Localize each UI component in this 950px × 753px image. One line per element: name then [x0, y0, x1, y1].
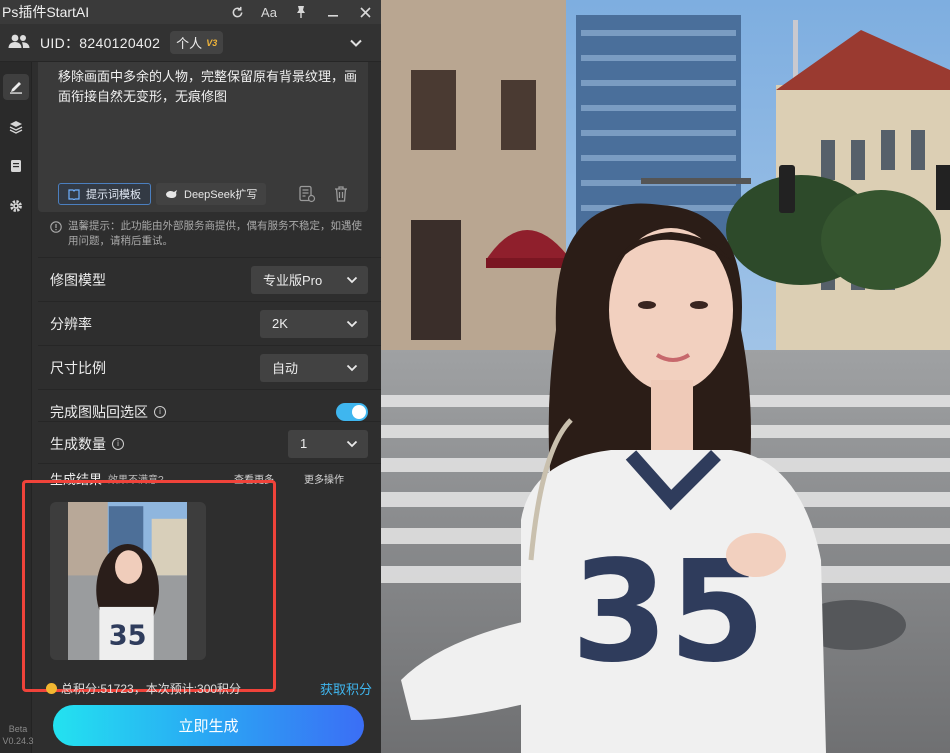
chevron-down-icon [346, 364, 358, 371]
prompt-text[interactable]: 移除画面中多余的人物，完整保留原有背景纹理，画面衔接自然无变形，无痕修图 [58, 67, 363, 107]
info-icon[interactable]: i [154, 405, 166, 418]
paste-back-toggle[interactable] [336, 403, 368, 421]
street-portrait-image: 35 [381, 0, 950, 753]
tier-label: 个人 [176, 36, 203, 51]
count-label-group: 生成数量 i [50, 434, 124, 454]
count-value: 1 [300, 436, 308, 451]
minimize-icon[interactable] [317, 0, 349, 24]
edit-icon[interactable] [3, 74, 29, 100]
info-icon[interactable]: i [112, 437, 124, 450]
model-select[interactable]: 专业版Pro [251, 265, 368, 294]
refresh-icon[interactable] [221, 0, 253, 24]
model-value: 专业版Pro [263, 273, 323, 288]
get-points-link[interactable]: 获取积分 [320, 679, 372, 698]
ratio-select[interactable]: 自动 [260, 353, 368, 382]
paste-back-label: 完成图贴回选区 [50, 403, 148, 420]
title-bar: Ps插件StartAI Aa [0, 0, 381, 24]
font-size-icon[interactable]: Aa [253, 0, 285, 24]
highlight-frame [22, 480, 276, 692]
layers-icon[interactable] [3, 114, 29, 140]
uid-label: UID：8240120402 [40, 34, 161, 51]
users-icon [8, 33, 30, 52]
resolution-row: 分辨率 2K [38, 301, 381, 345]
history-doc-icon[interactable] [298, 185, 316, 203]
app-title: Ps插件StartAI [2, 4, 90, 20]
trash-icon[interactable] [333, 185, 349, 203]
count-select[interactable]: 1 [288, 429, 368, 458]
more-actions-link[interactable]: 更多操作 [304, 471, 344, 486]
prompt-textarea[interactable]: 移除画面中多余的人物，完整保留原有背景纹理，画面衔接自然无变形，无痕修图 提示词… [38, 62, 368, 212]
service-tip: 温馨提示：此功能由外部服务商提供，偶有服务不稳定，如遇使用问题，请稍后重试。 [50, 219, 368, 249]
deepseek-expand-button[interactable]: DeepSeek扩写 [156, 183, 267, 205]
model-row: 修图模型 专业版Pro [38, 257, 381, 301]
ratio-label: 尺寸比例 [50, 359, 106, 376]
chevron-down-icon [346, 320, 358, 327]
tier-level: V3 [206, 37, 218, 48]
paste-back-label-group: 完成图贴回选区 i [50, 402, 166, 422]
version-label: Beta V0.24.3 [0, 723, 36, 747]
plugin-panel: Ps插件StartAI Aa UID：8240120402 个人 V3 Beta… [0, 0, 381, 753]
resolution-value: 2K [272, 316, 288, 331]
photo-canvas[interactable]: 35 [381, 0, 950, 753]
chevron-down-icon [346, 276, 358, 283]
close-icon[interactable] [349, 0, 381, 24]
count-row: 生成数量 i 1 [38, 421, 381, 465]
resolution-label: 分辨率 [50, 315, 92, 332]
toggle-knob [352, 405, 366, 419]
pin-icon[interactable] [285, 0, 317, 24]
deepseek-expand-label: DeepSeek扩写 [184, 189, 258, 201]
chevron-down-icon[interactable] [349, 36, 363, 50]
chevron-down-icon [346, 440, 358, 447]
ratio-value: 自动 [272, 361, 299, 376]
service-tip-text: 温馨提示：此功能由外部服务商提供，偶有服务不稳定，如遇使用问题，请稍后重试。 [68, 220, 362, 247]
prompt-template-label: 提示词模板 [86, 189, 141, 201]
info-icon [50, 221, 62, 233]
ratio-row: 尺寸比例 自动 [38, 345, 381, 389]
whale-icon [166, 190, 177, 198]
prompt-template-button[interactable]: 提示词模板 [58, 183, 151, 205]
user-bar[interactable]: UID：8240120402 个人 V3 [0, 24, 381, 62]
version-stage: Beta [8, 724, 28, 734]
points-bar: 总积分:51723，本次预计:300积分 获取积分 [38, 678, 381, 698]
account-tier-badge: 个人 V3 [170, 31, 224, 54]
book-icon [68, 188, 80, 200]
version-number: V0.24.3 [2, 736, 34, 746]
points-text: 总积分:51723，本次预计:300积分 [61, 681, 242, 696]
gear-icon[interactable] [3, 193, 29, 219]
count-label: 生成数量 [50, 435, 106, 452]
resolution-select[interactable]: 2K [260, 309, 368, 338]
model-label: 修图模型 [50, 271, 106, 288]
generate-button[interactable]: 立即生成 [53, 705, 364, 746]
document-icon[interactable] [3, 153, 29, 179]
coin-icon [46, 682, 57, 694]
